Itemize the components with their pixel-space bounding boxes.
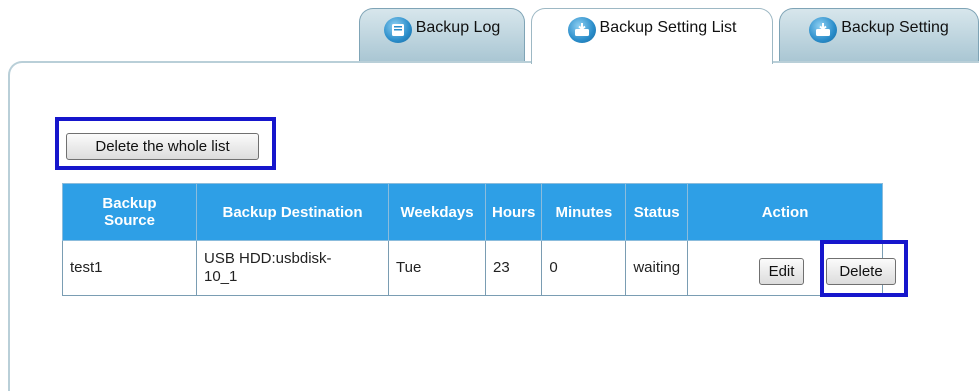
book-icon (383, 17, 412, 43)
tab-label: Backup Setting (841, 19, 949, 36)
edit-button[interactable]: Edit (759, 258, 804, 285)
delete-row-button[interactable]: Delete (826, 258, 896, 285)
tab-backup-log[interactable]: Backup Log (359, 8, 525, 62)
header-backup-source: Backup Source (62, 183, 197, 241)
drive-download-icon (809, 17, 838, 43)
cell-source: test1 (62, 240, 197, 296)
drive-list-icon (567, 17, 596, 43)
tab-backup-setting-list[interactable]: Backup Setting List (531, 8, 773, 64)
cell-destination: USB HDD:usbdisk-10_1 (196, 240, 389, 296)
header-minutes: Minutes (541, 183, 627, 241)
header-weekdays: Weekdays (388, 183, 486, 241)
cell-status: waiting (625, 240, 689, 296)
cell-weekdays: Tue (388, 240, 486, 296)
table-header-row: Backup Source Backup Destination Weekday… (62, 183, 884, 241)
header-status: Status (625, 183, 689, 241)
delete-whole-list-button[interactable]: Delete the whole list (66, 133, 259, 160)
header-hours: Hours (484, 183, 543, 241)
header-action: Action (687, 183, 884, 241)
tab-label: Backup Log (415, 19, 501, 36)
tab-backup-setting[interactable]: Backup Setting (779, 8, 979, 62)
tab-label: Backup Setting List (599, 19, 737, 36)
cell-minutes: 0 (541, 240, 627, 296)
cell-hours: 23 (484, 240, 543, 296)
header-backup-destination: Backup Destination (196, 183, 389, 241)
